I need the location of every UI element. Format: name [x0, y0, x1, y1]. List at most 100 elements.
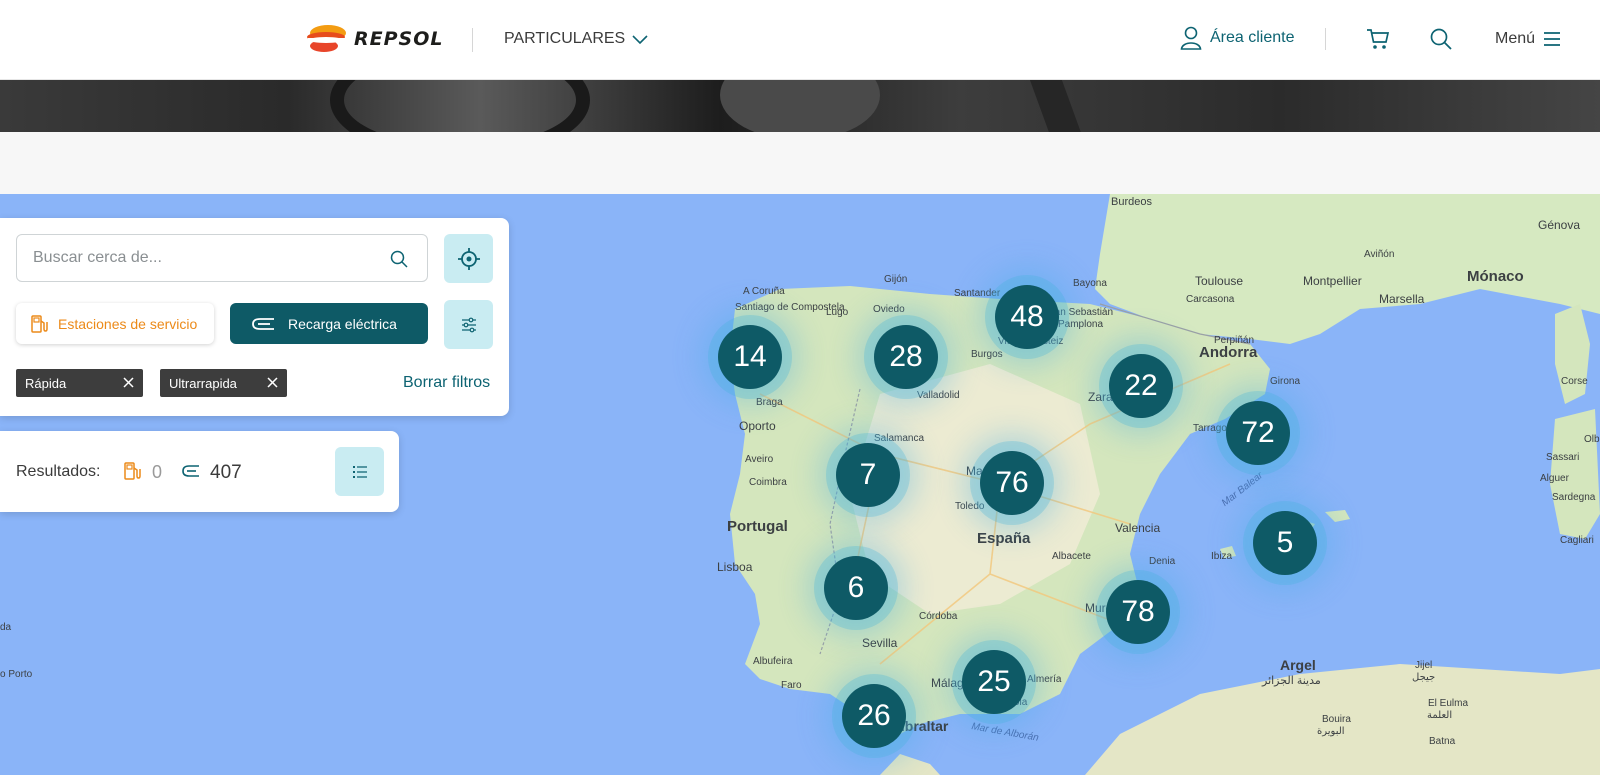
map-label-alguer: Alguer: [1540, 473, 1569, 484]
map-label-oviedo: Oviedo: [873, 304, 905, 315]
map-label-avinon: Aviñón: [1364, 249, 1395, 260]
ev-results-count: 407: [210, 462, 242, 483]
map-label-girona: Girona: [1270, 376, 1301, 387]
recarga-electrica-button[interactable]: Recarga eléctrica: [230, 303, 428, 344]
particulares-label: PARTICULARES: [504, 30, 626, 47]
map-label-valencia: Valencia: [1115, 521, 1161, 535]
map-cluster[interactable]: 5: [1253, 511, 1317, 575]
map-label-olbia: Olbi: [1584, 434, 1600, 445]
map-label-portugal: Portugal: [727, 518, 788, 535]
list-view-button[interactable]: [335, 447, 384, 496]
map-label-santander: Santander: [954, 288, 1001, 299]
close-icon[interactable]: [266, 376, 279, 389]
search-input[interactable]: [17, 235, 377, 281]
menu-label: Menú: [1495, 30, 1536, 47]
map-label-denia: Denia: [1149, 556, 1176, 567]
section-spacer: [0, 132, 1600, 194]
chip-label: Ultrarrapida: [169, 375, 237, 391]
repsol-logo[interactable]: REPSOL: [306, 24, 443, 54]
map-cluster[interactable]: 25: [962, 650, 1026, 714]
map-label-corse: Corse: [1561, 376, 1588, 387]
estaciones-servicio-button[interactable]: Estaciones de servicio: [16, 303, 214, 344]
map-cluster[interactable]: 7: [836, 443, 900, 507]
search-icon[interactable]: [389, 249, 409, 269]
map-cluster[interactable]: 76: [980, 451, 1044, 515]
crosshair-icon: [457, 247, 480, 270]
cart-button[interactable]: [1365, 26, 1391, 52]
menu-button[interactable]: Menú: [1495, 30, 1561, 48]
map-label-albacete: Albacete: [1052, 551, 1091, 562]
results-label: Resultados:: [16, 463, 101, 480]
area-cliente-link[interactable]: Área cliente: [1180, 26, 1295, 50]
results-panel: Resultados: 0 407: [0, 431, 399, 512]
map-label-bayona: Bayona: [1073, 278, 1107, 289]
map-label-carcasona: Carcasona: [1186, 294, 1235, 305]
map-label-gijon: Gijón: [884, 274, 908, 285]
map-label-salamanca: Salamanca: [874, 433, 925, 444]
map-label-sassari: Sassari: [1546, 452, 1580, 463]
clear-filters-link[interactable]: Borrar filtros: [403, 374, 490, 392]
map-label-valladolid: Valladolid: [917, 390, 960, 401]
site-header: REPSOL PARTICULARES Área cliente Menú: [0, 0, 1600, 80]
map-label-almeria: Almería: [1027, 674, 1062, 685]
map-label-cagliari: Cagliari: [1560, 535, 1594, 546]
map-label-argel-ar: مدينة الجزائر: [1262, 675, 1321, 687]
map-label-el-eulma: El Eulma: [1428, 698, 1469, 709]
map-label-batna: Batna: [1429, 736, 1456, 747]
map-cluster[interactable]: 14: [718, 325, 782, 389]
map-label-cordoba: Córdoba: [919, 611, 958, 622]
recarga-label: Recarga eléctrica: [288, 315, 397, 332]
map-cluster[interactable]: 6: [824, 556, 888, 620]
map-label-porto-partial: o Porto: [0, 669, 33, 680]
map-label-toulouse: Toulouse: [1195, 274, 1244, 288]
search-filter-panel: Estaciones de servicio Recarga eléctrica…: [0, 218, 509, 416]
header-search-button[interactable]: [1428, 26, 1454, 52]
map-cluster[interactable]: 22: [1109, 354, 1173, 418]
particulares-dropdown[interactable]: PARTICULARES: [504, 30, 649, 48]
map-label-coruna: A Coruña: [743, 286, 785, 297]
area-cliente-label: Área cliente: [1210, 29, 1295, 46]
map-label-monaco: Mónaco: [1467, 268, 1524, 285]
map-label-lisboa: Lisboa: [717, 560, 753, 574]
close-icon[interactable]: [122, 376, 135, 389]
map-label-bouira-ar: البويرة: [1317, 726, 1345, 737]
map-label-jijel-ar: جيجل: [1412, 672, 1436, 683]
filters-settings-button[interactable]: [444, 300, 493, 349]
map-label-jijel: Jijel: [1415, 660, 1433, 671]
map-label-argel: Argel: [1280, 657, 1316, 673]
user-icon: [1180, 26, 1202, 50]
map-label-el-eulma-ar: العلمة: [1427, 710, 1453, 721]
hamburger-icon: [1544, 32, 1561, 46]
map-label-bouira: Bouira: [1322, 714, 1351, 725]
filter-chip-ultrarrapida[interactable]: Ultrarrapida: [160, 369, 287, 397]
map-cluster[interactable]: 48: [995, 285, 1059, 349]
brand-name: REPSOL: [354, 28, 444, 50]
map-cluster[interactable]: 72: [1226, 401, 1290, 465]
map-label-espana: España: [977, 530, 1031, 547]
map-cluster[interactable]: 26: [842, 684, 906, 748]
chip-label: Rápida: [25, 375, 67, 391]
filter-chip-rapida[interactable]: Rápida: [16, 369, 143, 397]
map-label-da-partial: da: [0, 622, 12, 633]
map-label-ibiza: Ibiza: [1211, 551, 1233, 562]
locate-me-button[interactable]: [444, 234, 493, 283]
map-label-faro: Faro: [781, 680, 802, 691]
map-cluster[interactable]: 28: [874, 325, 938, 389]
map-label-oporto: Oporto: [739, 419, 776, 433]
search-box: [16, 234, 428, 282]
map-cluster[interactable]: 78: [1106, 580, 1170, 644]
map-label-aveiro: Aveiro: [745, 454, 774, 465]
map-label-burdeos: Burdeos: [1111, 196, 1152, 208]
cart-icon: [1367, 29, 1390, 49]
map-label-pamplona: Pamplona: [1058, 319, 1104, 330]
search-icon: [1430, 28, 1452, 50]
map-label-marsella: Marsella: [1379, 292, 1425, 306]
map-label-montpellier: Montpellier: [1303, 274, 1362, 288]
ev-plug-icon: [252, 317, 274, 330]
sliders-icon: [461, 317, 476, 332]
fuel-results-count: 0: [152, 462, 163, 482]
map-label-genova: Génova: [1538, 218, 1581, 232]
chevron-down-icon: [632, 35, 648, 45]
map-label-lugo: Lugo: [826, 307, 849, 318]
map-label-toledo: Toledo: [955, 501, 985, 512]
